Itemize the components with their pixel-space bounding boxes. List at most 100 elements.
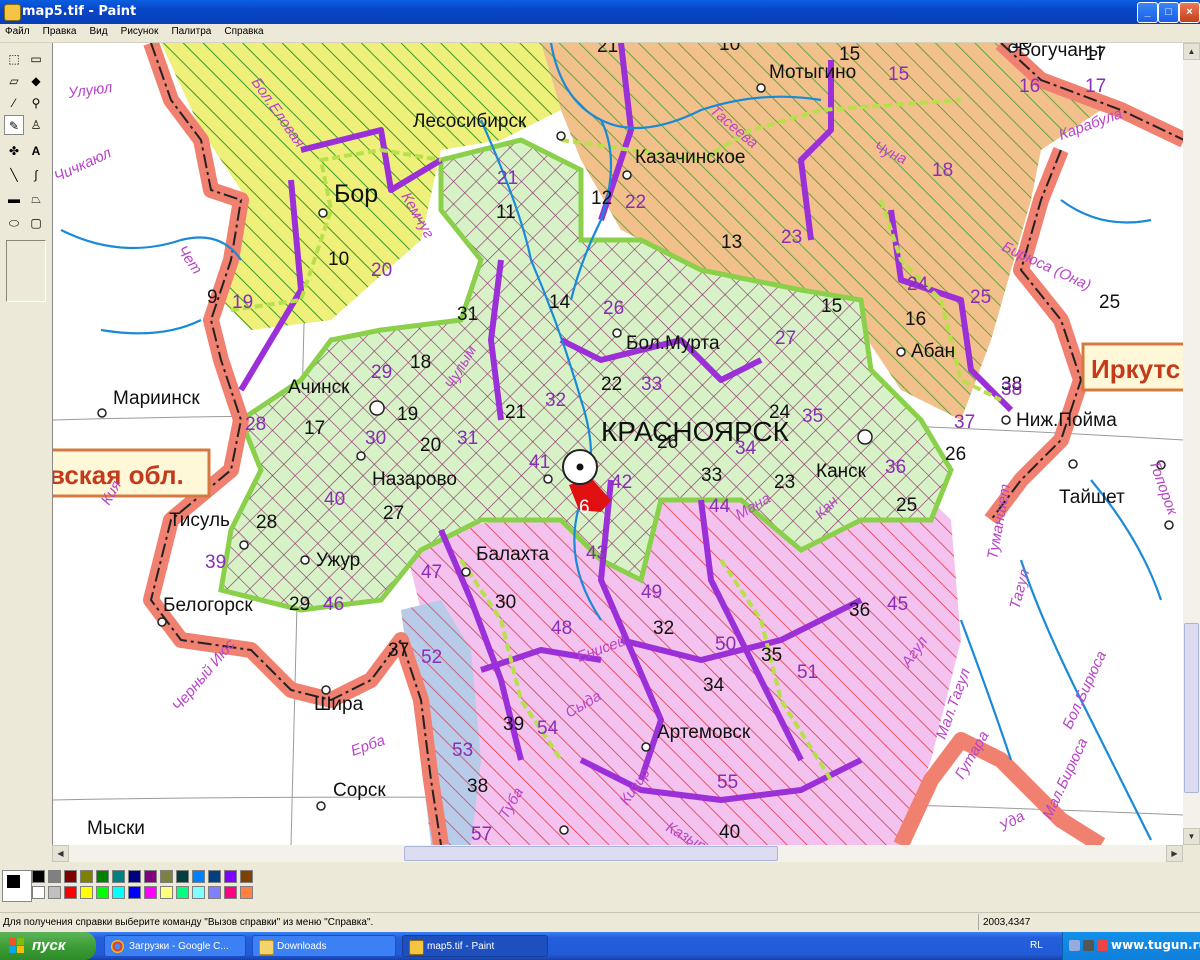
drawing-canvas[interactable]: Иркутс вская обл. Богучаны Мотыгино Лесо… — [52, 43, 1184, 845]
current-colors[interactable] — [2, 870, 32, 902]
city-tisul: Тисуль — [169, 510, 230, 531]
palette-swatch[interactable] — [128, 886, 141, 899]
brush-icon[interactable]: ♙ — [26, 115, 46, 135]
ellipse-icon[interactable]: ⬭ — [4, 213, 24, 233]
palette-swatch[interactable] — [96, 886, 109, 899]
palette-swatch[interactable] — [144, 886, 157, 899]
line-icon[interactable]: ╲ — [4, 165, 24, 185]
horizontal-scroll-thumb[interactable] — [404, 846, 778, 861]
svg-text:20: 20 — [420, 435, 441, 456]
rectangle-icon[interactable]: ▬ — [4, 189, 24, 209]
start-button[interactable]: пуск — [0, 932, 96, 960]
palette-swatch[interactable] — [80, 870, 93, 883]
tool-options-box[interactable] — [6, 240, 46, 302]
svg-text:45: 45 — [887, 594, 908, 615]
palette-swatch[interactable] — [208, 886, 221, 899]
city-kazachinskoe: Казачинское — [635, 147, 745, 168]
svg-text:23: 23 — [781, 227, 802, 248]
palette-swatch[interactable] — [112, 886, 125, 899]
scroll-left-icon[interactable]: ◀ — [52, 845, 69, 862]
vertical-scroll-thumb[interactable] — [1184, 623, 1199, 793]
close-button[interactable]: × — [1179, 2, 1200, 23]
svg-text:27: 27 — [383, 503, 404, 524]
palette-swatch[interactable] — [112, 870, 125, 883]
scroll-right-icon[interactable]: ▶ — [1166, 845, 1183, 862]
task-downloads-folder[interactable]: Downloads — [252, 935, 396, 957]
fill-icon[interactable]: ◆ — [26, 71, 46, 91]
svg-text:35: 35 — [802, 406, 823, 427]
palette-swatch[interactable] — [48, 886, 61, 899]
palette-swatch[interactable] — [160, 886, 173, 899]
palette-swatch[interactable] — [32, 886, 45, 899]
minimize-button[interactable]: _ — [1137, 2, 1158, 23]
palette-swatch[interactable] — [192, 886, 205, 899]
palette-swatch[interactable] — [192, 870, 205, 883]
toolbox: ⬚ ▭ ▱ ◆ ⁄ ⚲ ✎ ♙ ✤ A ╲ ∫ ▬ ⏢ ⬭ ▢ — [0, 43, 52, 858]
menu-help[interactable]: Справка — [219, 24, 268, 37]
text-icon[interactable]: A — [26, 141, 46, 161]
palette-swatch[interactable] — [80, 886, 93, 899]
svg-text:14: 14 — [549, 292, 571, 313]
svg-text:30: 30 — [365, 428, 386, 449]
palette-swatch[interactable] — [240, 870, 253, 883]
svg-text:16: 16 — [1011, 43, 1032, 53]
menu-view[interactable]: Вид — [85, 24, 113, 37]
svg-text:27: 27 — [775, 328, 796, 349]
eraser-icon[interactable]: ▱ — [4, 71, 24, 91]
palette-swatch[interactable] — [208, 870, 221, 883]
palette-swatch[interactable] — [48, 870, 61, 883]
menu-file[interactable]: Файл — [0, 24, 35, 37]
select-icon[interactable]: ▭ — [26, 49, 46, 69]
magnifier-icon[interactable]: ⚲ — [26, 93, 46, 113]
taskbar: пуск Загрузки - Google C... Downloads ma… — [0, 932, 1200, 960]
menu-edit[interactable]: Правка — [38, 24, 82, 37]
task-label: Загрузки - Google C... — [129, 941, 229, 952]
svg-text:16: 16 — [1019, 76, 1040, 97]
palette-swatch[interactable] — [32, 870, 45, 883]
task-chrome-downloads[interactable]: Загрузки - Google C... — [104, 935, 246, 957]
palette-swatch[interactable] — [176, 870, 189, 883]
palette-swatch[interactable] — [144, 870, 157, 883]
svg-text:20: 20 — [371, 260, 392, 281]
polygon-icon[interactable]: ⏢ — [26, 189, 46, 209]
free-select-icon[interactable]: ⬚ — [4, 49, 24, 69]
svg-text:23: 23 — [774, 472, 795, 493]
menu-palette[interactable]: Палитра — [166, 24, 216, 37]
volume-icon[interactable] — [1083, 940, 1094, 951]
palette-swatch[interactable] — [64, 870, 77, 883]
chrome-icon — [111, 940, 124, 953]
antivirus-icon[interactable] — [1097, 940, 1108, 951]
scroll-down-icon[interactable]: ▼ — [1183, 828, 1200, 845]
color-picker-icon[interactable]: ⁄ — [4, 93, 24, 113]
maximize-button[interactable]: □ — [1158, 2, 1179, 23]
foreground-color[interactable] — [6, 874, 21, 889]
svg-text:15: 15 — [821, 296, 842, 317]
vertical-scrollbar[interactable]: ▲ ▼ — [1183, 43, 1200, 845]
folder-icon — [259, 940, 274, 955]
palette-swatch[interactable] — [240, 886, 253, 899]
city-artemovsk: Артемовск — [657, 722, 751, 743]
svg-text:41: 41 — [529, 452, 550, 473]
scroll-up-icon[interactable]: ▲ — [1183, 43, 1200, 60]
curve-icon[interactable]: ∫ — [26, 165, 46, 185]
language-indicator[interactable]: RL — [1030, 940, 1043, 951]
menu-image[interactable]: Рисунок — [116, 24, 164, 37]
horizontal-scrollbar[interactable]: ◀ ▶ — [52, 845, 1183, 862]
palette-swatch[interactable] — [96, 870, 109, 883]
airbrush-icon[interactable]: ✤ — [4, 141, 24, 161]
svg-text:19: 19 — [397, 404, 418, 425]
palette-swatch[interactable] — [224, 870, 237, 883]
palette-swatch[interactable] — [64, 886, 77, 899]
status-help-text: Для получения справки выберите команду "… — [3, 917, 374, 928]
city-belogorsk: Белогорск — [163, 595, 253, 616]
palette-swatch[interactable] — [176, 886, 189, 899]
pencil-icon[interactable]: ✎ — [4, 115, 24, 135]
palette-swatch[interactable] — [160, 870, 173, 883]
rounded-rectangle-icon[interactable]: ▢ — [26, 213, 46, 233]
palette-swatch[interactable] — [128, 870, 141, 883]
svg-text:25: 25 — [1099, 292, 1120, 313]
network-icon[interactable] — [1069, 940, 1080, 951]
palette-swatch[interactable] — [224, 886, 237, 899]
task-paint[interactable]: map5.tif - Paint — [402, 935, 548, 957]
svg-text:35: 35 — [761, 645, 782, 666]
